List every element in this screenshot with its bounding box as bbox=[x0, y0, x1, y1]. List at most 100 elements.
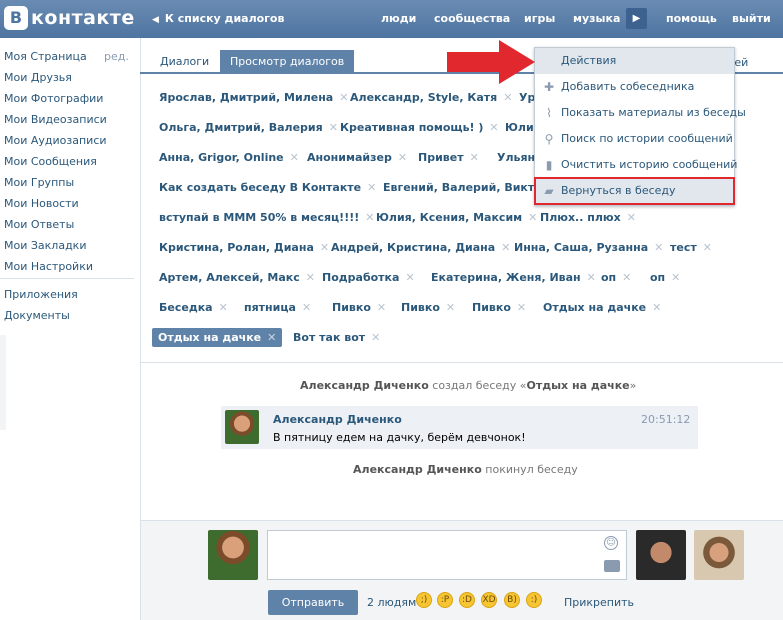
dialog-tag[interactable]: Евгений, Валерий, Виктор bbox=[383, 181, 550, 194]
dialog-tag[interactable]: оп ✕ bbox=[650, 271, 680, 284]
close-icon: ✕ bbox=[397, 151, 408, 164]
dialog-tag[interactable]: Пивко ✕ bbox=[472, 301, 526, 314]
logo-text: контакте bbox=[31, 7, 135, 29]
dialog-tag[interactable]: Ур bbox=[519, 91, 535, 104]
sidebar-item-bookmarks[interactable]: Мои Закладки bbox=[4, 239, 86, 252]
smile-grin-icon[interactable]: :D bbox=[459, 592, 475, 608]
smile-laugh-icon[interactable]: XD bbox=[481, 592, 497, 608]
close-icon: ✕ bbox=[405, 271, 415, 284]
dialog-tag[interactable]: Привет ✕ bbox=[418, 151, 479, 164]
dialog-tag[interactable]: Ульян bbox=[497, 151, 535, 164]
close-icon: ✕ bbox=[516, 301, 527, 314]
dialog-tag[interactable]: Ольга, Дмитрий, Валерия ✕ bbox=[159, 121, 338, 134]
camera-icon[interactable] bbox=[604, 560, 620, 572]
sidebar-item-photos[interactable]: Мои Фотографии bbox=[4, 92, 103, 105]
dialog-tag[interactable]: Беседка ✕ bbox=[159, 301, 228, 314]
dialog-tag[interactable]: Отдых на дачке ✕ bbox=[543, 301, 661, 314]
close-icon: ✕ bbox=[376, 301, 387, 314]
recipients-count[interactable]: 2 людям bbox=[367, 596, 416, 609]
message-time: 20:51:12 bbox=[641, 413, 691, 426]
smile-cool-icon[interactable]: B) bbox=[504, 592, 520, 608]
dialog-tag[interactable]: Ярослав, Дмитрий, Милена ✕ bbox=[159, 91, 348, 104]
menu-item-return-to-chat[interactable]: ▰ Вернуться в беседу bbox=[534, 177, 735, 205]
nav-help[interactable]: помощь bbox=[666, 12, 717, 25]
search-icon: ⚲ bbox=[544, 132, 554, 146]
send-button[interactable]: Отправить bbox=[268, 590, 358, 615]
nav-music[interactable]: музыка bbox=[573, 12, 620, 25]
red-arrow-icon bbox=[447, 40, 535, 84]
back-to-dialogs-link[interactable]: ◀ К списку диалогов bbox=[152, 12, 284, 25]
menu-item-show-materials[interactable]: ⌇ Показать материалы из беседы bbox=[535, 100, 746, 126]
sidebar-item-answers[interactable]: Мои Ответы bbox=[4, 218, 74, 231]
dialog-tag-selected[interactable]: Отдых на дачке ✕ bbox=[152, 328, 283, 347]
plus-icon: ✚ bbox=[543, 80, 555, 94]
dialog-tag[interactable]: Анна, Grigor, Online ✕ bbox=[159, 151, 299, 164]
peer-avatar[interactable] bbox=[694, 530, 744, 580]
dialog-tag[interactable]: Юлия, Ксения, Максим ✕ bbox=[376, 211, 537, 224]
sidebar-item-audio[interactable]: Мои Аудиозаписи bbox=[4, 134, 107, 147]
dialog-tag[interactable]: Александр, Style, Катя ✕ bbox=[350, 91, 512, 104]
sidebar-item-news[interactable]: Мои Новости bbox=[4, 197, 79, 210]
close-icon: ✕ bbox=[503, 91, 513, 104]
section-divider bbox=[141, 362, 783, 363]
dialog-tag[interactable]: Инна, Саша, Рузанна ✕ bbox=[514, 241, 663, 254]
message-author[interactable]: Александр Диченко bbox=[273, 413, 402, 426]
system-message-created: Александр Диченко создал беседу «Отдых н… bbox=[300, 379, 637, 392]
dialog-tag[interactable]: Анонимайзер ✕ bbox=[307, 151, 407, 164]
nav-people[interactable]: люди bbox=[381, 12, 416, 25]
message-input[interactable] bbox=[267, 530, 627, 580]
dialog-tag[interactable]: Пивко ✕ bbox=[332, 301, 386, 314]
dialog-tag[interactable]: Артем, Алексей, Макс ✕ bbox=[159, 271, 315, 284]
sidebar-item-documents[interactable]: Документы bbox=[4, 309, 70, 322]
dialog-tag[interactable]: Юли bbox=[505, 121, 534, 134]
sidebar-item-settings[interactable]: Мои Настройки bbox=[4, 260, 93, 273]
close-icon: ✕ bbox=[289, 151, 299, 164]
smile-wink-icon[interactable]: ;) bbox=[416, 592, 432, 608]
dialog-tag[interactable]: Кристина, Ролан, Диана ✕ bbox=[159, 241, 329, 254]
attach-link[interactable]: Прикрепить bbox=[564, 596, 634, 609]
sidebar-item-my-page[interactable]: Моя Страница bbox=[4, 50, 87, 63]
sidebar-item-groups[interactable]: Мои Группы bbox=[4, 176, 74, 189]
smile-icon[interactable]: ☺ bbox=[604, 536, 618, 550]
dialog-tag[interactable]: Екатерина, Женя, Иван ✕ bbox=[431, 271, 596, 284]
my-avatar[interactable] bbox=[208, 530, 258, 580]
close-icon: ✕ bbox=[586, 271, 596, 284]
dialog-tag[interactable]: Плюх.. плюх ✕ bbox=[540, 211, 636, 224]
avatar[interactable] bbox=[225, 410, 259, 444]
smile-tongue-icon[interactable]: :P bbox=[437, 592, 453, 608]
dialog-tag[interactable]: Подработка ✕ bbox=[322, 271, 415, 284]
close-icon: ✕ bbox=[469, 151, 479, 164]
dialog-tag[interactable]: Как создать беседу В Контакте ✕ bbox=[159, 181, 376, 194]
menu-item-search-history[interactable]: ⚲ Поиск по истории сообщений bbox=[535, 126, 734, 152]
dialog-tag[interactable]: вступай в МММ 50% в месяц!!!! ✕ bbox=[159, 211, 374, 224]
tab-dialogs[interactable]: Диалоги bbox=[150, 50, 219, 74]
menu-item-clear-history[interactable]: ▮ Очистить историю сообщений bbox=[535, 152, 738, 178]
dialog-tag[interactable]: пятница ✕ bbox=[244, 301, 311, 314]
smile-happy-icon[interactable]: :) bbox=[526, 592, 542, 608]
nav-games[interactable]: игры bbox=[524, 12, 555, 25]
menu-item-add-member[interactable]: ✚ Добавить собеседника bbox=[535, 74, 734, 100]
dialog-tag[interactable]: Пивко ✕ bbox=[401, 301, 455, 314]
trash-icon: ▮ bbox=[545, 158, 553, 172]
sidebar-item-messages[interactable]: Мои Сообщения bbox=[4, 155, 97, 168]
dialog-tag[interactable]: Вот так вот ✕ bbox=[293, 331, 380, 344]
nav-communities[interactable]: сообщества bbox=[434, 12, 510, 25]
vk-logo[interactable]: В контакте bbox=[4, 6, 135, 30]
play-icon[interactable]: ▶ bbox=[626, 8, 647, 29]
logo-letter: В bbox=[4, 6, 28, 30]
sidebar-item-videos[interactable]: Мои Видеозаписи bbox=[4, 113, 107, 126]
tab-view-dialogs[interactable]: Просмотр диалогов bbox=[220, 50, 355, 74]
nav-logout[interactable]: выйти bbox=[732, 12, 771, 25]
peer-avatar[interactable] bbox=[636, 530, 686, 580]
close-icon: ✕ bbox=[445, 301, 456, 314]
dialog-tag[interactable]: тест ✕ bbox=[670, 241, 712, 254]
close-icon: ✕ bbox=[319, 241, 330, 254]
sidebar-edit-link[interactable]: ред. bbox=[104, 50, 129, 63]
dialog-tag[interactable]: оп ✕ bbox=[601, 271, 631, 284]
sidebar-item-friends[interactable]: Мои Друзья bbox=[4, 71, 72, 84]
sidebar-item-apps[interactable]: Приложения bbox=[4, 288, 78, 301]
paperclip-icon: ⌇ bbox=[546, 106, 552, 120]
menu-header-actions[interactable]: Действия bbox=[535, 48, 734, 74]
dialog-tag[interactable]: Креативная помощь! ) ✕ bbox=[340, 121, 499, 134]
dialog-tag[interactable]: Андрей, Кристина, Диана ✕ bbox=[331, 241, 510, 254]
